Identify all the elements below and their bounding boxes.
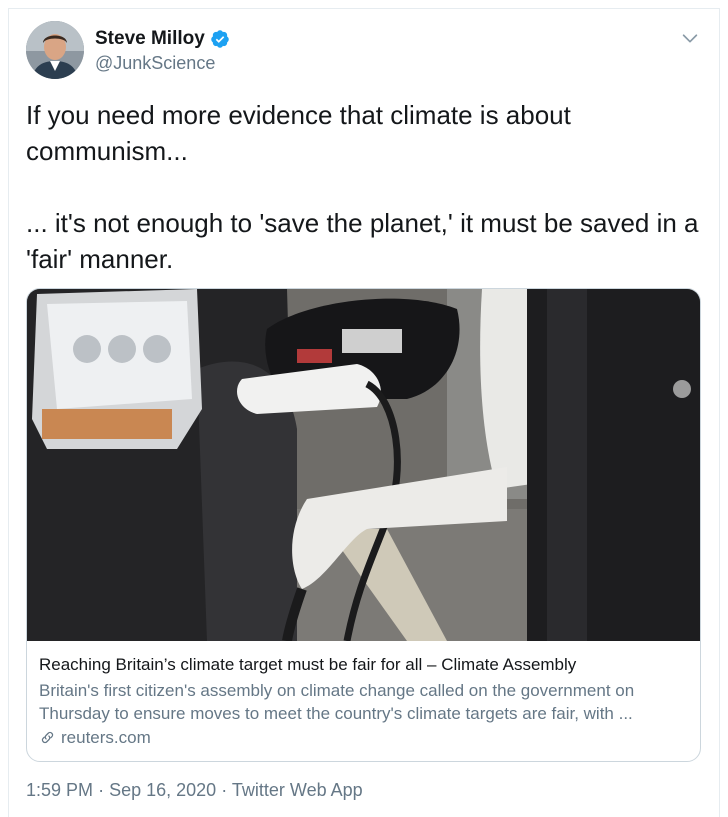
- meta-separator: ·: [221, 780, 228, 800]
- tweet-paragraph: ... it's not enough to 'save the planet,…: [26, 208, 706, 274]
- card-title[interactable]: Reaching Britain’s climate target must b…: [39, 654, 689, 676]
- user-name-row: Steve Milloy: [95, 28, 230, 50]
- avatar-photo: [26, 21, 84, 79]
- link-icon: [41, 731, 54, 744]
- tweet: Steve Milloy @JunkScience If you need mo…: [8, 8, 720, 817]
- tweet-time[interactable]: 1:59 PM: [26, 780, 93, 800]
- user-name[interactable]: Steve Milloy: [95, 28, 205, 50]
- card-body: Reaching Britain’s climate target must b…: [39, 654, 689, 749]
- card-domain-row: reuters.com: [39, 726, 689, 749]
- user-handle[interactable]: @JunkScience: [95, 53, 215, 74]
- tweet-source[interactable]: Twitter Web App: [232, 780, 363, 800]
- card-domain: reuters.com: [61, 728, 151, 747]
- link-card[interactable]: Reaching Britain’s climate target must b…: [26, 288, 701, 762]
- tweet-text: If you need more evidence that climate i…: [26, 97, 706, 277]
- card-description: Britain's first citizen's assembly on cl…: [39, 681, 635, 723]
- tweet-paragraph: If you need more evidence that climate i…: [26, 100, 579, 166]
- chevron-down-icon[interactable]: [679, 27, 701, 49]
- avatar[interactable]: [26, 21, 84, 79]
- tweet-metadata: 1:59 PM · Sep 16, 2020 · Twitter Web App: [26, 780, 363, 801]
- ev-charging-photo: [27, 289, 700, 641]
- meta-separator: ·: [98, 780, 105, 800]
- verified-badge-icon: [211, 30, 229, 48]
- tweet-date[interactable]: Sep 16, 2020: [109, 780, 216, 800]
